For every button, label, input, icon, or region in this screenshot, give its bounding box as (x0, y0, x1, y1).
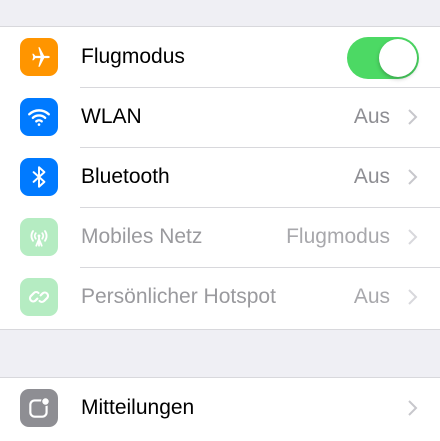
settings-row-airplane-mode[interactable]: Flugmodus (0, 27, 440, 87)
bluetooth-value: Aus (353, 165, 390, 188)
cellular-value: Flugmodus (286, 225, 390, 248)
wlan-label: WLAN (81, 105, 142, 128)
airplane-mode-label: Flugmodus (81, 45, 185, 68)
settings-row-wlan[interactable]: WLAN Aus (0, 87, 440, 147)
settings-row-cellular[interactable]: Mobiles Netz Flugmodus (0, 207, 440, 267)
cellular-label: Mobiles Netz (81, 225, 203, 248)
hotspot-icon (20, 278, 58, 316)
antenna-icon (20, 218, 58, 256)
chevron-right-icon (408, 109, 418, 125)
toggle-knob (379, 39, 417, 77)
chevron-right-icon (408, 169, 418, 185)
bluetooth-icon (20, 158, 58, 196)
wlan-value: Aus (353, 105, 390, 128)
settings-group-connectivity: Flugmodus WLAN Aus Bluetooth Aus Mobiles… (0, 26, 440, 330)
hotspot-value: Aus (353, 285, 390, 308)
settings-group-notifications: Mitteilungen (0, 377, 440, 441)
airplane-icon (20, 38, 58, 76)
chevron-right-icon (408, 400, 418, 416)
chevron-right-icon (408, 229, 418, 245)
settings-row-notifications[interactable]: Mitteilungen (0, 378, 440, 438)
notifications-icon (20, 389, 58, 427)
airplane-mode-toggle[interactable] (347, 37, 419, 79)
chevron-right-icon (408, 289, 418, 305)
settings-row-bluetooth[interactable]: Bluetooth Aus (0, 147, 440, 207)
settings-row-hotspot[interactable]: Persönlicher Hotspot Aus (0, 267, 440, 327)
bluetooth-label: Bluetooth (81, 165, 170, 188)
notifications-label: Mitteilungen (81, 396, 195, 419)
hotspot-label: Persönlicher Hotspot (81, 285, 276, 308)
wifi-icon (20, 98, 58, 136)
